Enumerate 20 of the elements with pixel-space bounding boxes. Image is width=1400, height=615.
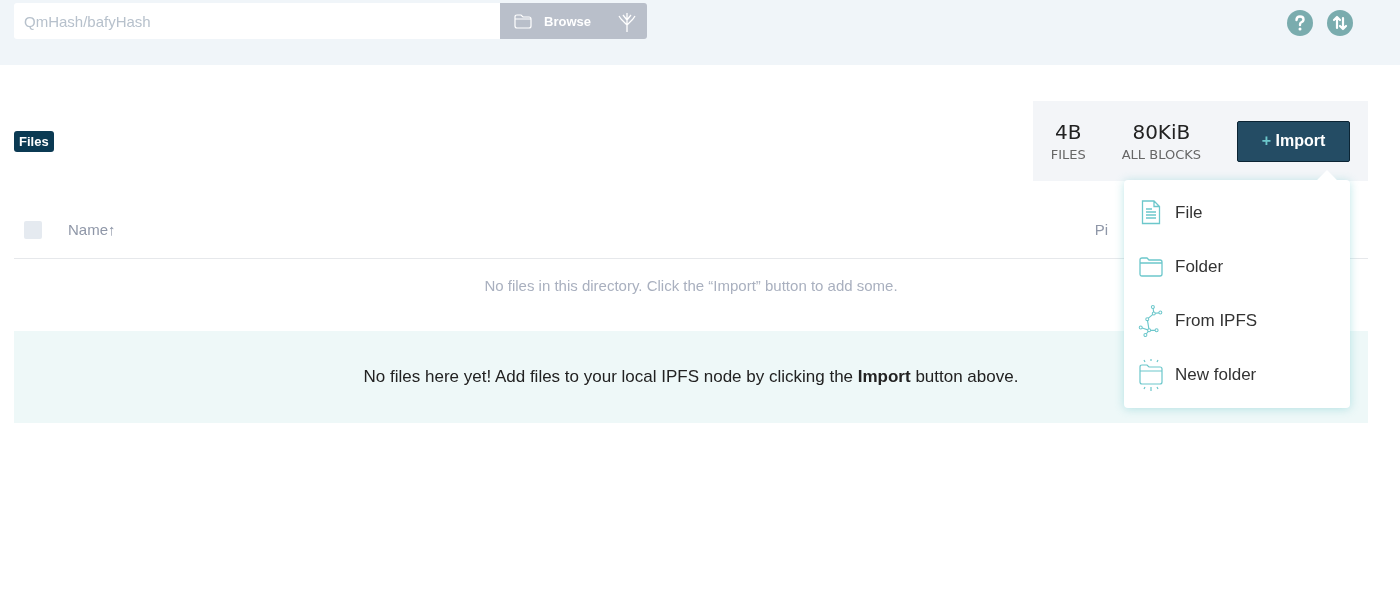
network-icon [1137,303,1165,338]
transfer-icon[interactable] [1327,10,1353,36]
empty-message: No files in this directory. Click the “Import” button to add some. [484,277,898,294]
select-all-checkbox[interactable] [24,220,42,239]
stat-value: 4B [1054,120,1082,144]
search-field[interactable]: QmHash/bafyHash [14,3,500,39]
notice-text: No files here yet! Add files to your local IPFS node by clicking the Import button above. [363,367,1019,387]
breadcrumb-badge[interactable]: Files [14,130,54,152]
stat-label: ALL BLOCKS [1121,147,1201,162]
menu-item[interactable]: New folder [1124,347,1350,402]
stat-label: FILES [1050,147,1086,162]
folder-icon [514,13,532,29]
menu-item[interactable]: File [1124,185,1350,240]
help-icon[interactable] [1287,10,1313,36]
stat-value: 80KiB [1132,120,1191,144]
new-folder-icon [1137,357,1165,392]
menu-item[interactable]: Folder [1124,239,1350,294]
menu-item[interactable]: From IPFS [1124,293,1350,348]
import-button[interactable]: + Import [1237,120,1350,162]
folder-icon [1137,256,1165,277]
